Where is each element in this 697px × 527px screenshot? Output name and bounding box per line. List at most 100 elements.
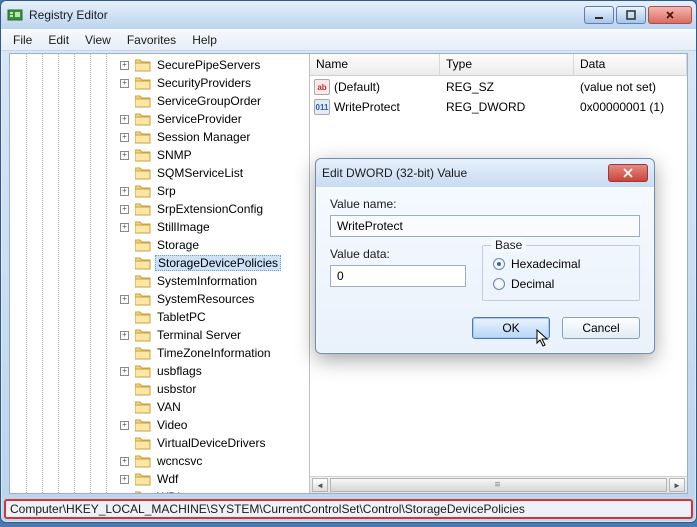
tree-item-label: VirtualDeviceDrivers: [155, 436, 267, 450]
tree-item-label: TimeZoneInformation: [155, 346, 273, 360]
tree-item[interactable]: +SystemResources: [10, 290, 309, 308]
tree-item[interactable]: TimeZoneInformation: [10, 344, 309, 362]
maximize-button[interactable]: [616, 6, 646, 24]
list-row[interactable]: 011WriteProtectREG_DWORD0x00000001 (1): [310, 98, 687, 116]
edit-dword-dialog[interactable]: Edit DWORD (32-bit) Value Value name: Va…: [315, 158, 655, 354]
titlebar[interactable]: Registry Editor: [1, 1, 696, 29]
dialog-close-button[interactable]: [608, 164, 648, 182]
expand-icon[interactable]: +: [120, 295, 129, 304]
tree-item[interactable]: +SrpExtensionConfig: [10, 200, 309, 218]
menu-help[interactable]: Help: [184, 31, 225, 49]
expand-icon[interactable]: [120, 169, 129, 178]
expand-icon[interactable]: +: [120, 115, 129, 124]
tree-item[interactable]: + Terminal Server: [10, 326, 309, 344]
tree-item[interactable]: ServiceGroupOrder: [10, 92, 309, 110]
tree-item[interactable]: +Video: [10, 416, 309, 434]
tree-item[interactable]: +usbflags: [10, 362, 309, 380]
scroll-right-button[interactable]: ►: [669, 478, 685, 492]
tree-item[interactable]: +Srp: [10, 182, 309, 200]
expand-icon[interactable]: +: [120, 421, 129, 430]
folder-icon: [135, 346, 151, 360]
expand-icon[interactable]: +: [120, 205, 129, 214]
col-type[interactable]: Type: [440, 54, 574, 75]
tree-item[interactable]: SystemInformation: [10, 272, 309, 290]
tree-item[interactable]: +Session Manager: [10, 128, 309, 146]
tree-item[interactable]: SQMServiceList: [10, 164, 309, 182]
cancel-button[interactable]: Cancel: [562, 317, 640, 339]
menu-favorites[interactable]: Favorites: [119, 31, 184, 49]
folder-icon: [135, 274, 151, 288]
tree-item[interactable]: +StillImage: [10, 218, 309, 236]
col-name[interactable]: Name: [310, 54, 440, 75]
tree-item[interactable]: StorageDevicePolicies: [10, 254, 309, 272]
expand-icon[interactable]: +: [120, 475, 129, 484]
expand-icon[interactable]: +: [120, 367, 129, 376]
window-buttons: [584, 6, 692, 24]
radio-dot-icon: [493, 258, 505, 270]
tree-item-label: wcncsvc: [155, 454, 204, 468]
list-row[interactable]: ab(Default)REG_SZ(value not set): [310, 78, 687, 96]
dialog-titlebar[interactable]: Edit DWORD (32-bit) Value: [316, 159, 654, 187]
expand-icon[interactable]: +: [120, 61, 129, 70]
tree-item[interactable]: TabletPC: [10, 308, 309, 326]
tree-item[interactable]: +ServiceProvider: [10, 110, 309, 128]
tree-item[interactable]: + wcncsvc: [10, 452, 309, 470]
folder-icon: [135, 238, 151, 252]
col-data[interactable]: Data: [574, 54, 687, 75]
menu-file[interactable]: File: [5, 31, 40, 49]
radio-decimal[interactable]: Decimal: [493, 274, 629, 294]
horizontal-scrollbar[interactable]: ◄ ►: [310, 476, 687, 493]
tree-item-label: SNMP: [155, 148, 194, 162]
minimize-button[interactable]: [584, 6, 614, 24]
expand-icon[interactable]: +: [120, 187, 129, 196]
value-name: WriteProtect: [334, 100, 400, 114]
expand-icon[interactable]: +: [120, 151, 129, 160]
expand-icon[interactable]: [120, 439, 129, 448]
tree-item[interactable]: +SecurePipeServers: [10, 56, 309, 74]
list-header[interactable]: Name Type Data: [310, 54, 687, 76]
expand-icon[interactable]: [120, 277, 129, 286]
expand-icon[interactable]: +: [120, 79, 129, 88]
expand-icon[interactable]: +: [120, 133, 129, 142]
value-type: REG_DWORD: [440, 100, 574, 114]
tree-item[interactable]: + SNMP: [10, 146, 309, 164]
tree-item[interactable]: usbstor: [10, 380, 309, 398]
tree-item-label: Terminal Server: [155, 328, 243, 342]
expand-icon[interactable]: [120, 349, 129, 358]
radio-hexadecimal[interactable]: Hexadecimal: [493, 254, 629, 274]
window-title: Registry Editor: [29, 8, 584, 22]
folder-icon: [135, 382, 151, 396]
expand-icon[interactable]: [120, 97, 129, 106]
expand-icon[interactable]: +: [120, 331, 129, 340]
expand-icon[interactable]: +: [120, 457, 129, 466]
tree-item-label: SecurityProviders: [155, 76, 253, 90]
menu-edit[interactable]: Edit: [40, 31, 77, 49]
scroll-left-button[interactable]: ◄: [312, 478, 328, 492]
tree-item-label: usbstor: [155, 382, 198, 396]
menu-view[interactable]: View: [77, 31, 119, 49]
tree-pane[interactable]: +SecurePipeServers+SecurityProvidersServ…: [10, 54, 310, 493]
tree-item[interactable]: +WDI: [10, 488, 309, 493]
folder-icon: [135, 490, 151, 493]
tree-item[interactable]: +Wdf: [10, 470, 309, 488]
ok-button[interactable]: OK: [472, 317, 550, 339]
expand-icon[interactable]: [120, 259, 129, 268]
tree-item[interactable]: VAN: [10, 398, 309, 416]
value-data-label: Value data:: [330, 247, 466, 261]
expand-icon[interactable]: [120, 403, 129, 412]
expand-icon[interactable]: +: [120, 223, 129, 232]
expand-icon[interactable]: [120, 241, 129, 250]
close-button[interactable]: [648, 6, 692, 24]
value-data-field[interactable]: [330, 265, 466, 287]
tree-item[interactable]: + SecurityProviders: [10, 74, 309, 92]
scroll-thumb[interactable]: [330, 478, 667, 492]
expand-icon[interactable]: [120, 313, 129, 322]
expand-icon[interactable]: [120, 385, 129, 394]
value-name-field[interactable]: [330, 215, 640, 237]
tree-item[interactable]: Storage: [10, 236, 309, 254]
tree-item-label: SystemInformation: [155, 274, 259, 288]
expand-icon[interactable]: +: [120, 493, 129, 494]
value-sz-icon: ab: [314, 79, 330, 95]
tree-item[interactable]: VirtualDeviceDrivers: [10, 434, 309, 452]
folder-icon: [135, 76, 151, 90]
